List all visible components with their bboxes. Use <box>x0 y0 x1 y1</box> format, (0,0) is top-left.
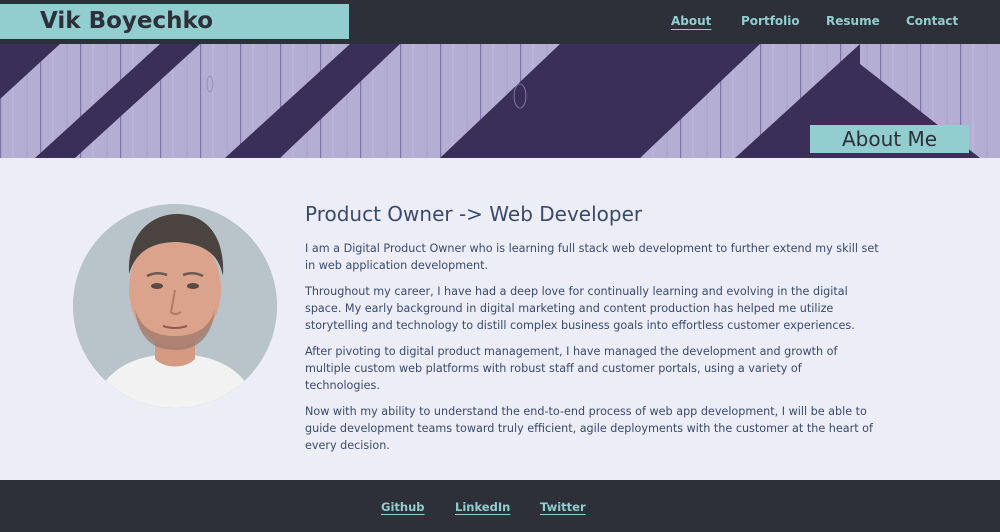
about-paragraph: After pivoting to digital product manage… <box>305 345 838 392</box>
nav-link-resume[interactable]: Resume <box>826 14 880 28</box>
nav-link-about[interactable]: About <box>671 14 711 28</box>
nav-link-contact[interactable]: Contact <box>906 14 958 28</box>
about-paragraph: Throughout my career, I have had a deep … <box>305 285 855 332</box>
profile-photo <box>73 204 277 408</box>
nav-link-portfolio[interactable]: Portfolio <box>741 14 800 28</box>
site-brand[interactable]: Vik Boyechko <box>0 4 349 39</box>
about-paragraph: Now with my ability to understand the en… <box>305 405 873 452</box>
profile-photo-image <box>73 204 277 408</box>
footer-link-linkedin[interactable]: LinkedIn <box>455 500 510 514</box>
footer-link-github[interactable]: Github <box>381 500 424 514</box>
site-footer: Github LinkedIn Twitter <box>0 480 1000 532</box>
about-content: Product Owner -> Web Developer I am a Di… <box>305 202 880 463</box>
site-header: Vik Boyechko About Portfolio Resume Cont… <box>0 0 1000 44</box>
hero-banner: About Me <box>0 44 1000 158</box>
footer-link-twitter[interactable]: Twitter <box>540 500 586 514</box>
about-paragraph: I am a Digital Product Owner who is lear… <box>305 242 879 272</box>
section-heading: Product Owner -> Web Developer <box>305 202 643 226</box>
page-title: About Me <box>810 125 969 153</box>
